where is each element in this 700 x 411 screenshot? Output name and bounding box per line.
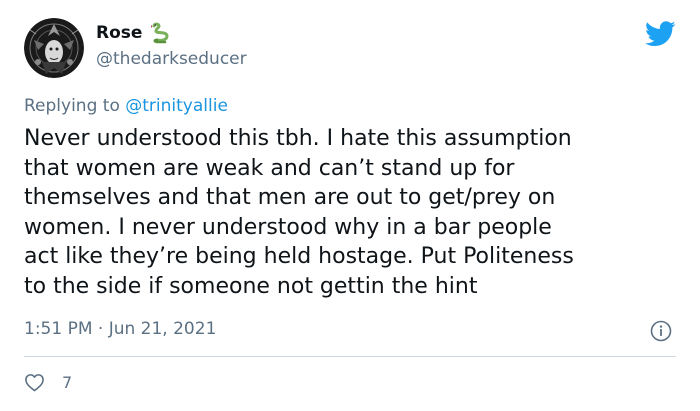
tweet-card: Rose @thedarkseducer Replying to @trinit… [0, 0, 700, 411]
profile-avatar-image [24, 18, 84, 78]
avatar[interactable] [24, 18, 84, 78]
tweet-text-line: women. I never understood why in a bar p… [24, 214, 552, 240]
tweet-text: Never understood this tbh. I hate this a… [24, 124, 684, 301]
reply-context: Replying to @trinityallie [24, 96, 228, 116]
tweet-text-line: to the side if someone not gettin the hi… [24, 273, 478, 299]
twitter-bird-icon[interactable] [645, 21, 676, 47]
display-name-row: Rose [96, 21, 247, 45]
like-count: 7 [62, 373, 73, 392]
author-block: Rose @thedarkseducer [96, 21, 247, 69]
display-name[interactable]: Rose [96, 23, 142, 43]
reply-mention-link[interactable]: @trinityallie [125, 96, 228, 116]
tweet-text-line: act like they’re being held hostage. Put… [24, 244, 574, 269]
divider [24, 356, 676, 357]
tweet-text-line: themselves and that men are out to get/p… [24, 185, 556, 210]
like-action[interactable]: 7 [24, 372, 72, 393]
snake-emoji-icon [151, 22, 169, 44]
tweet-text-line: that women are weak and can’t stand up f… [24, 155, 515, 181]
user-handle[interactable]: @thedarkseducer [96, 49, 247, 69]
heart-icon[interactable] [24, 372, 45, 393]
tweet-text-line: Never understood this tbh. I hate this a… [24, 126, 572, 151]
reply-prefix: Replying to [24, 96, 120, 116]
tweet-timestamp[interactable]: 1:51 PM · Jun 21, 2021 [24, 319, 216, 339]
info-icon[interactable] [650, 320, 672, 342]
